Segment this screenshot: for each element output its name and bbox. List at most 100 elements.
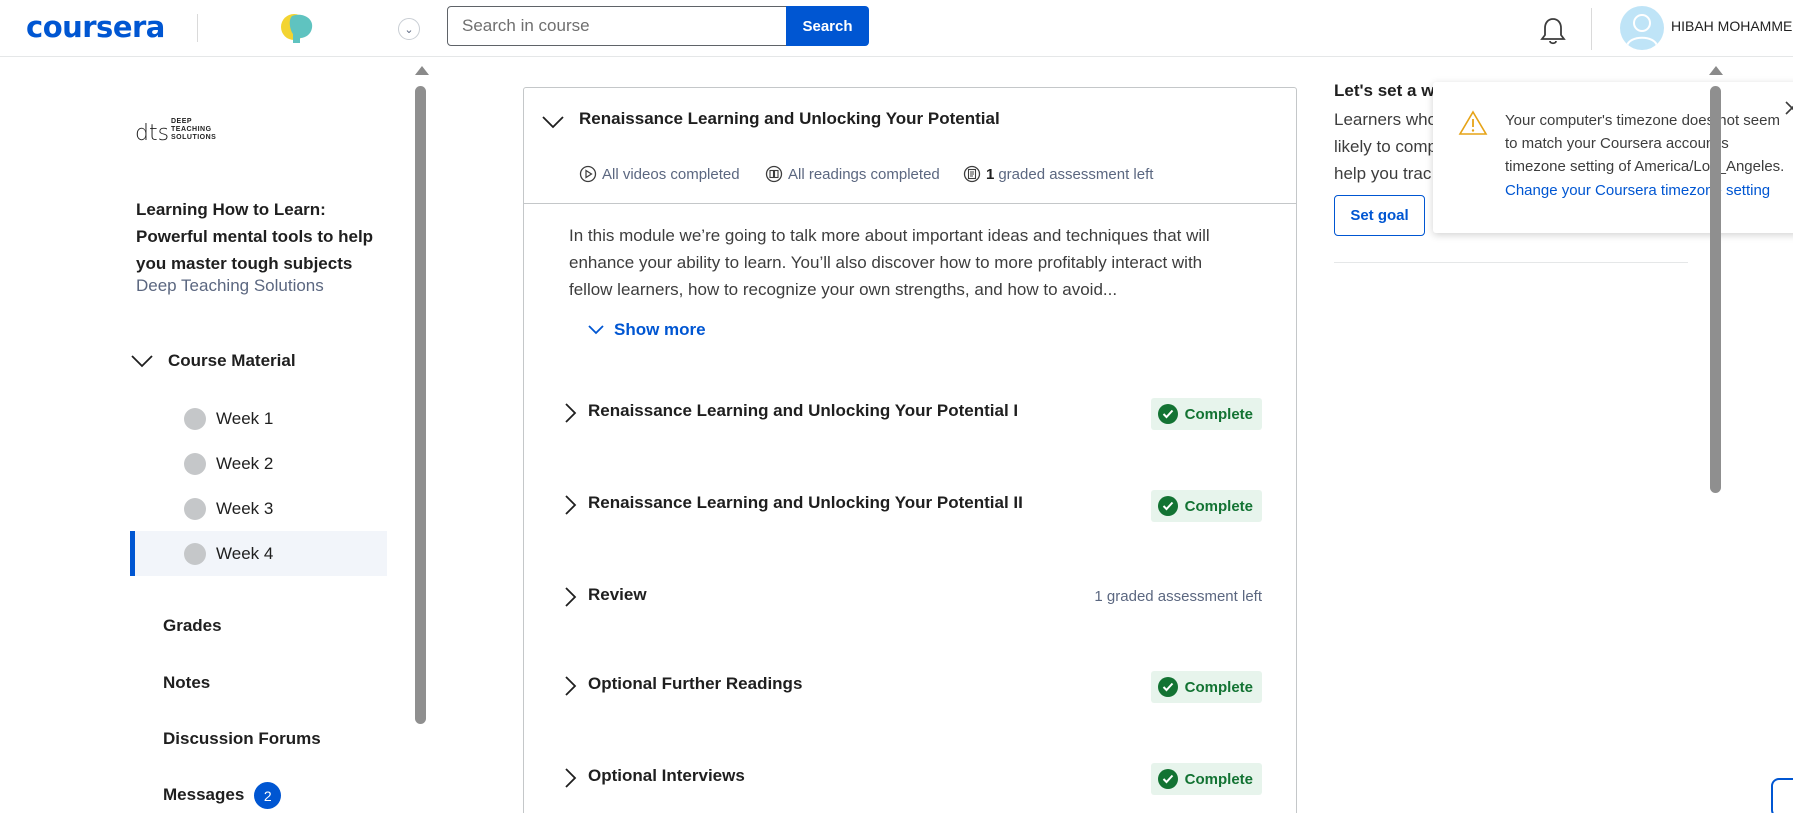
week-progress-icon: [184, 452, 206, 475]
help-chat-button[interactable]: [1771, 778, 1793, 813]
complete-label: Complete: [1184, 405, 1253, 423]
goal-line: likely to comp: [1334, 137, 1437, 156]
sidebar-item-grades[interactable]: Grades: [163, 616, 222, 636]
notifications-bell-icon[interactable]: [1539, 16, 1567, 46]
user-avatar-icon: [1626, 14, 1658, 47]
right-scrollbar-thumb[interactable]: [1710, 86, 1721, 493]
sidebar-item-week-4[interactable]: Week 4: [130, 531, 387, 576]
goal-line: help you trac: [1334, 164, 1432, 183]
chevron-right-icon: [565, 495, 577, 515]
week-label: Week 1: [216, 408, 274, 428]
complete-label: Complete: [1184, 770, 1253, 788]
svg-text:dts: dts: [135, 121, 169, 146]
lesson-row[interactable]: Renaissance Learning and Unlocking Your …: [562, 482, 1262, 522]
lesson-row[interactable]: Optional Interviews Complete: [562, 755, 1262, 795]
complete-badge: Complete: [1150, 671, 1262, 703]
book-circle-icon: [765, 165, 783, 183]
user-name[interactable]: HIBAH MOHAMME...: [1671, 18, 1793, 34]
lesson-title: Renaissance Learning and Unlocking Your …: [588, 401, 1019, 420]
chevron-down-icon[interactable]: [541, 114, 565, 130]
complete-badge: Complete: [1150, 763, 1262, 795]
lesson-row[interactable]: Renaissance Learning and Unlocking Your …: [562, 390, 1262, 430]
check-circle-icon: [1157, 404, 1178, 424]
chevron-down-icon: [588, 325, 604, 335]
readings-status-text: All readings completed: [788, 165, 940, 183]
lesson-title: Optional Interviews: [588, 766, 745, 785]
week-label: Week 3: [216, 498, 274, 518]
graded-assessment-left-text: 1 graded assessment left: [1094, 588, 1262, 605]
complete-label: Complete: [1184, 497, 1253, 515]
sidebar-item-week-3[interactable]: Week 3: [132, 486, 389, 531]
week-label: Week 2: [216, 453, 274, 473]
lesson-title: Optional Further Readings: [588, 674, 803, 693]
week-progress-icon: [184, 542, 206, 565]
lesson-title: Review: [588, 585, 647, 604]
check-circle-icon: [1157, 769, 1178, 789]
coursera-logo[interactable]: coursera: [26, 10, 165, 44]
search-button[interactable]: Search: [786, 6, 869, 46]
course-sidebar: dts DEEP TEACHING SOLUTIONS Learning How…: [0, 58, 432, 813]
timezone-warning-text: Your computer's timezone does not seem t…: [1505, 112, 1785, 175]
chevron-right-icon: [565, 768, 577, 788]
course-switcher-chevron-icon[interactable]: ⌄: [398, 18, 420, 40]
change-timezone-link[interactable]: Change your Coursera timezone setting: [1505, 182, 1770, 199]
check-circle-icon: [1157, 496, 1178, 516]
week-label: Week 4: [216, 543, 274, 563]
goal-line: Learners who: [1334, 110, 1438, 129]
chevron-right-icon: [565, 403, 577, 423]
partner-brain-logo-icon[interactable]: [280, 10, 316, 44]
partner-logo[interactable]: dts DEEP TEACHING SOLUTIONS: [135, 116, 235, 146]
header-divider: [197, 14, 198, 42]
show-more-link[interactable]: Show more: [587, 320, 706, 340]
right-scroll-up-arrow-icon[interactable]: [1709, 66, 1723, 75]
check-circle-icon: [1157, 677, 1178, 697]
messages-label: Messages: [163, 784, 245, 804]
readings-status: All readings completed: [765, 165, 940, 183]
warning-triangle-icon: [1458, 110, 1488, 135]
sidebar-item-messages[interactable]: Messages 2: [163, 782, 282, 809]
chevron-right-icon: [565, 676, 577, 696]
chevron-down-icon: [131, 355, 153, 368]
goal-description: Learners who likely to comp help you tra…: [1334, 106, 1444, 187]
search-input[interactable]: [447, 6, 787, 46]
course-organization: Deep Teaching Solutions: [136, 276, 324, 295]
sidebar-scroll-up-arrow-icon[interactable]: [415, 66, 429, 75]
course-material-label: Course Material: [168, 351, 296, 370]
sidebar-item-week-2[interactable]: Week 2: [132, 441, 389, 486]
videos-status-text: All videos completed: [602, 165, 740, 183]
close-icon[interactable]: [1783, 99, 1793, 117]
lesson-row[interactable]: Optional Further Readings Complete: [562, 663, 1262, 703]
lesson-row[interactable]: Review 1 graded assessment left: [562, 574, 1262, 614]
graded-status: 1 graded assessment left: [963, 165, 1153, 183]
module-card: Renaissance Learning and Unlocking Your …: [523, 87, 1297, 813]
sidebar-item-notes[interactable]: Notes: [163, 673, 210, 693]
complete-label: Complete: [1184, 678, 1253, 696]
set-goal-button[interactable]: Set goal: [1334, 195, 1425, 236]
goal-heading: Let's set a we: [1334, 81, 1434, 100]
course-title[interactable]: Learning How to Learn: Powerful mental t…: [136, 196, 376, 277]
complete-badge: Complete: [1150, 490, 1262, 522]
user-avatar[interactable]: [1620, 6, 1664, 50]
timezone-warning-toast: Your computer's timezone does not seem t…: [1433, 82, 1793, 233]
show-more-label: Show more: [614, 320, 706, 339]
messages-count-badge: 2: [254, 782, 282, 809]
complete-badge: Complete: [1150, 398, 1262, 430]
play-circle-icon: [579, 165, 597, 183]
videos-status: All videos completed: [579, 165, 740, 183]
graded-count: 1: [986, 165, 995, 183]
sidebar-item-week-1[interactable]: Week 1: [132, 396, 389, 441]
header-divider: [1591, 8, 1592, 50]
chevron-right-icon: [565, 587, 577, 607]
module-header: Renaissance Learning and Unlocking Your …: [524, 88, 1296, 204]
week-progress-icon: [184, 497, 206, 520]
partner-logo-text: DEEP TEACHING SOLUTIONS: [171, 118, 217, 141]
graded-status-text: graded assessment left: [998, 165, 1154, 183]
module-title[interactable]: Renaissance Learning and Unlocking Your …: [579, 109, 1000, 129]
module-description: In this module we’re going to talk more …: [569, 226, 1210, 299]
sidebar-scrollbar-thumb[interactable]: [415, 86, 426, 724]
lesson-title: Renaissance Learning and Unlocking Your …: [588, 493, 1023, 512]
assessment-circle-icon: [963, 165, 981, 183]
sidebar-item-discussion-forums[interactable]: Discussion Forums: [163, 729, 321, 749]
week-progress-icon: [184, 407, 206, 430]
course-material-toggle[interactable]: Course Material: [130, 351, 296, 371]
